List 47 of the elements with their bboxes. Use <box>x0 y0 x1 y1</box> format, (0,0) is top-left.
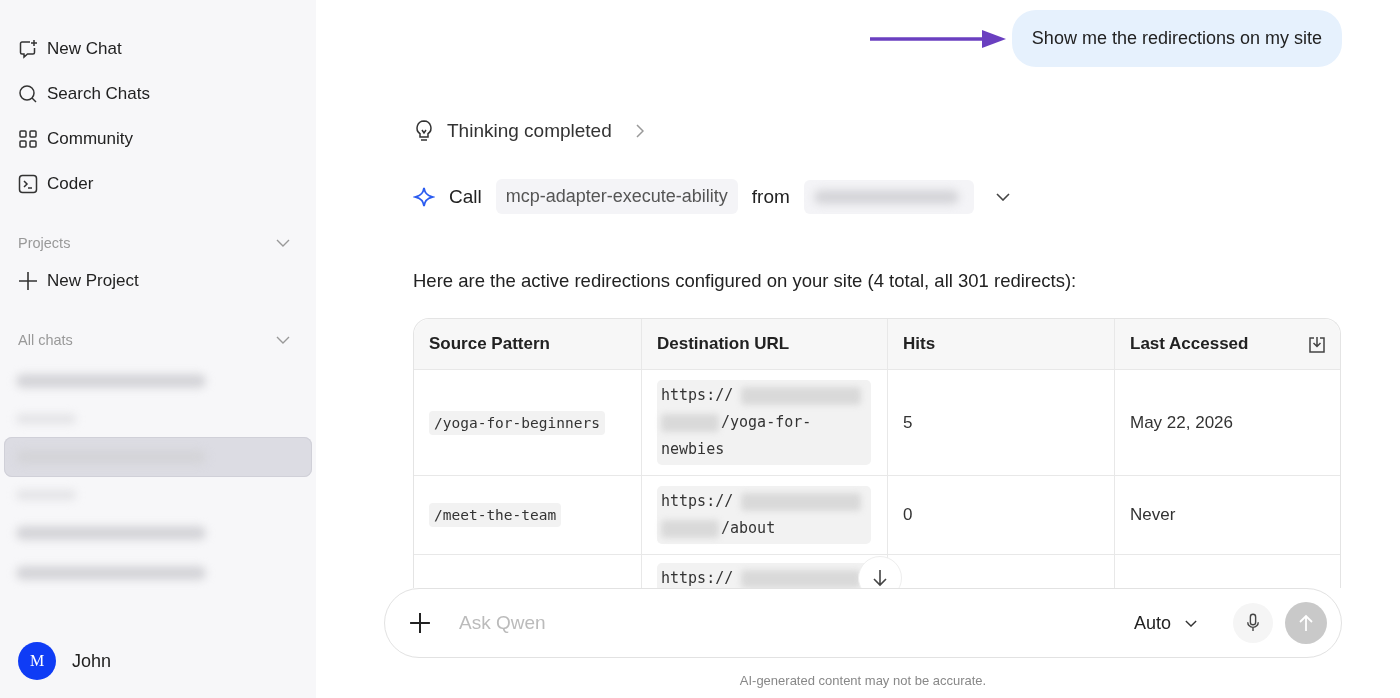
sidebar-nav-item[interactable]: Community <box>0 116 151 161</box>
plus-icon <box>18 270 38 291</box>
microphone-icon <box>1246 613 1260 633</box>
source-pattern: /meet-the-team <box>429 503 562 527</box>
chevron-down-icon <box>1185 619 1197 627</box>
new-project-button[interactable]: New Project <box>0 258 157 303</box>
arrow-down-icon <box>872 569 888 587</box>
tool-name: mcp-adapter-execute-ability <box>495 179 738 214</box>
chevron-down-icon[interactable] <box>995 192 1010 201</box>
search-icon <box>18 83 38 104</box>
plus-icon[interactable] <box>409 612 431 634</box>
from-label: from <box>751 185 790 208</box>
destination-url: https:// /yoga-for-newbies <box>657 380 871 465</box>
chevron-right-icon <box>635 124 644 138</box>
lightbulb-icon <box>413 119 435 143</box>
section-title: All chats <box>18 332 73 348</box>
microphone-button[interactable] <box>1233 603 1273 643</box>
arrow-up-icon <box>1298 614 1314 632</box>
sidebar-nav-item[interactable]: New Chat <box>0 26 140 71</box>
download-icon[interactable] <box>1307 335 1327 355</box>
chat-input[interactable]: Ask Qwen Auto <box>384 588 1342 658</box>
call-label: Call <box>449 185 482 208</box>
response-text: Here are the active redirections configured on your site (4 total, all 301 redirects): <box>413 270 1078 292</box>
destination-url: https:// /about <box>657 486 871 544</box>
column-header: Destination URL <box>641 319 887 369</box>
last-accessed-date: May 22, 2026 <box>1130 412 1233 433</box>
user-name: John <box>72 650 112 672</box>
hits-count: 5 <box>903 412 913 433</box>
column-header: Hits <box>887 319 1114 369</box>
terminal-icon <box>18 173 38 194</box>
section-title: Projects <box>18 235 71 251</box>
source-pattern: /yoga-for-beginners <box>429 410 605 435</box>
sidebar-nav-item[interactable]: Coder <box>0 161 112 206</box>
avatar[interactable]: M <box>18 642 56 680</box>
thinking-toggle[interactable]: Thinking completed <box>413 119 1341 143</box>
send-button[interactable] <box>1285 602 1327 644</box>
disclaimer-text: AI-generated content may not be accurate. <box>739 672 987 690</box>
hits-count: 0 <box>903 505 913 525</box>
column-header: Source Pattern <box>428 333 551 355</box>
model-dropdown[interactable]: Auto <box>1127 611 1203 635</box>
column-header: Last Accessed <box>1114 319 1340 369</box>
last-accessed-date: Never <box>1130 505 1176 525</box>
sidebar-nav-item[interactable]: Search Chats <box>0 71 168 116</box>
user-message: Show me the redirections on my site <box>1011 10 1342 67</box>
scroll-down-button[interactable] <box>858 556 902 588</box>
chat-plus-icon <box>18 38 38 59</box>
grid-icon <box>18 128 38 149</box>
